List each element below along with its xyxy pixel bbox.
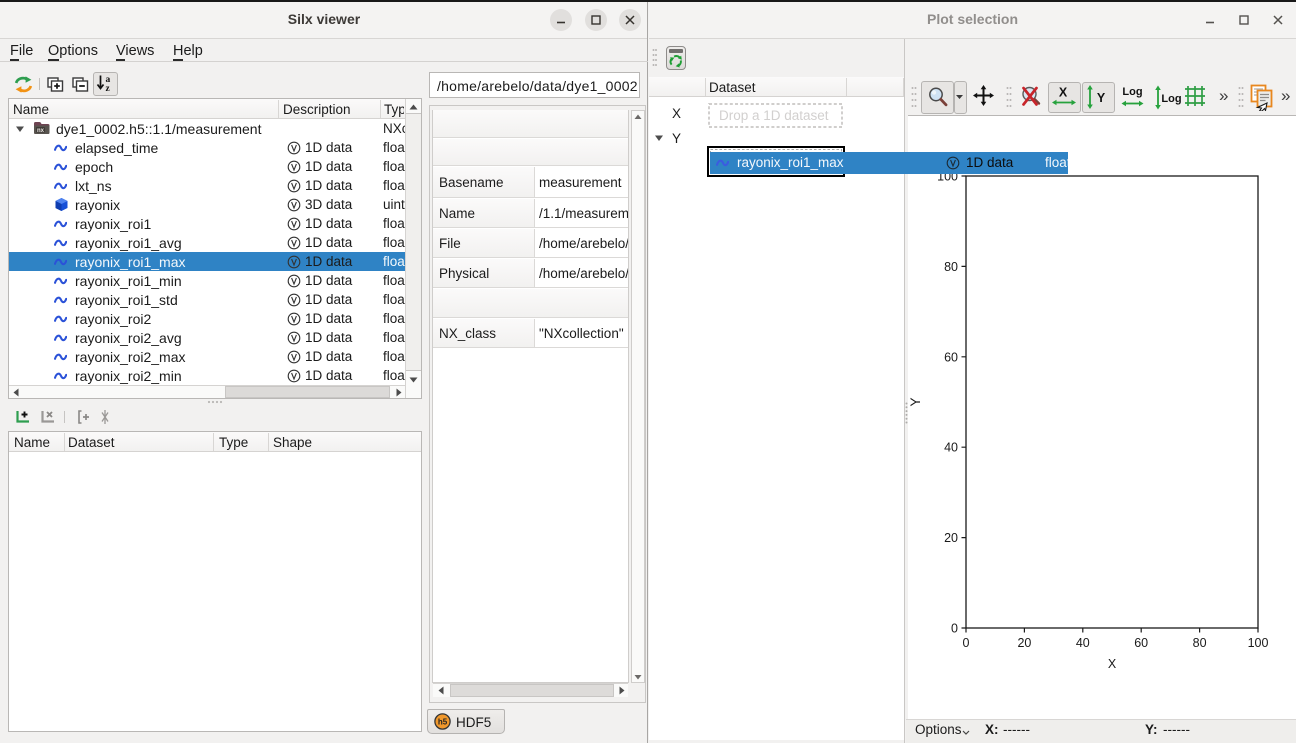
svg-text:0: 0: [951, 622, 958, 636]
svg-text:60: 60: [944, 350, 958, 364]
svg-text:Log: Log: [1122, 86, 1142, 98]
svg-text:60: 60: [1134, 636, 1148, 650]
svg-text:Y: Y: [1097, 91, 1106, 105]
svg-text:40: 40: [944, 441, 958, 455]
svg-text:40: 40: [1076, 636, 1090, 650]
svg-text:20: 20: [1017, 636, 1031, 650]
svg-text:100: 100: [1248, 636, 1269, 650]
svg-text:h5: h5: [438, 718, 448, 727]
svg-text:Y: Y: [908, 397, 923, 406]
svg-text:z: z: [106, 84, 111, 92]
svg-text:20: 20: [944, 531, 958, 545]
svg-text:0: 0: [963, 636, 970, 650]
svg-text:Log: Log: [1161, 93, 1181, 105]
svg-text:X: X: [1108, 657, 1117, 671]
svg-text:80: 80: [944, 260, 958, 274]
svg-text:80: 80: [1193, 636, 1207, 650]
svg-text:X: X: [1059, 86, 1068, 100]
